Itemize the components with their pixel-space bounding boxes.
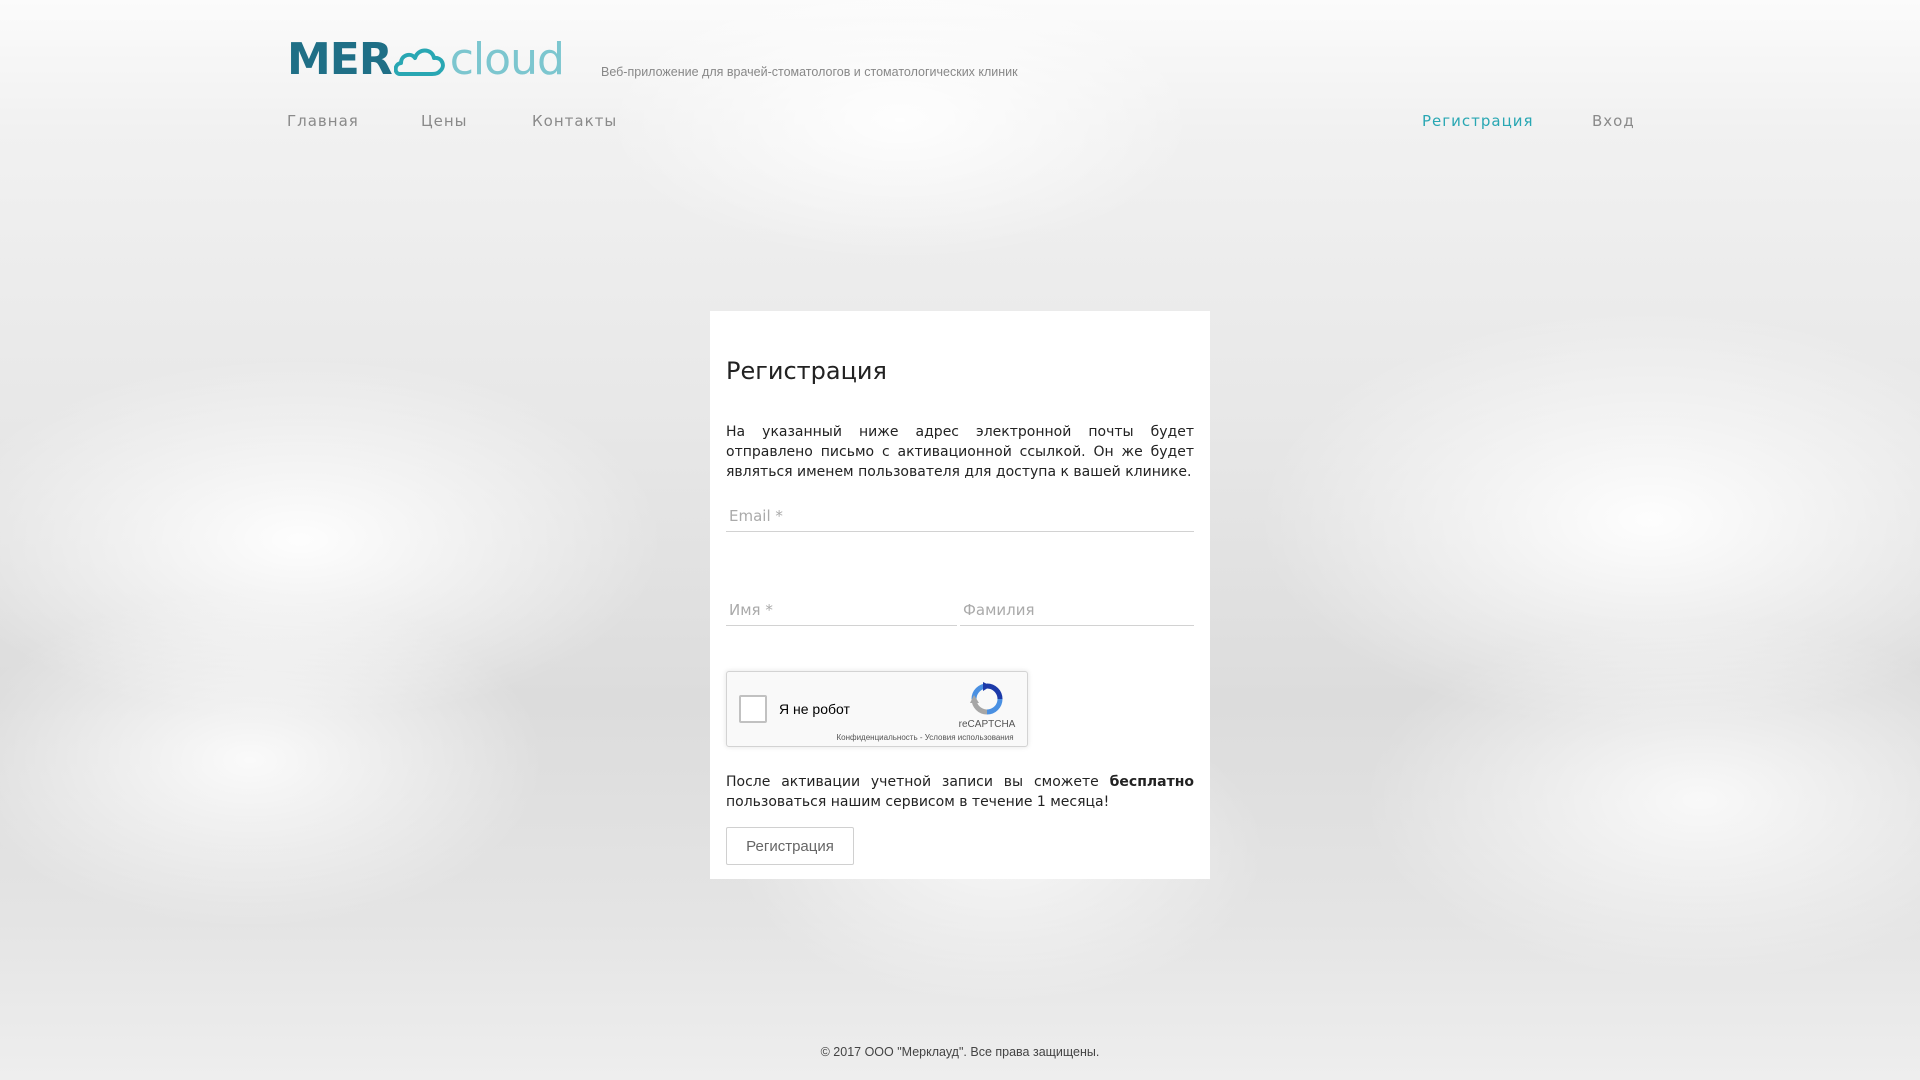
- logo-text-mer: MER: [287, 34, 393, 85]
- trial-note-bold: бесплатно: [1109, 774, 1194, 790]
- trial-note: После активации учетной записи вы сможет…: [726, 772, 1194, 812]
- cloud-logo-icon: [393, 48, 445, 76]
- recaptcha-label: Я не робот: [779, 701, 850, 717]
- nav-register[interactable]: Регистрация: [1422, 112, 1534, 130]
- nav-prices[interactable]: Цены: [421, 112, 468, 130]
- recaptcha-widget: Я не робот reCAPTCHA Конфиденциальность …: [726, 671, 1028, 747]
- trial-note-start: После активации учетной записи вы сможет…: [726, 774, 1110, 790]
- register-button[interactable]: Регистрация: [726, 827, 854, 865]
- last-name-field[interactable]: [960, 594, 1194, 626]
- first-name-field[interactable]: [726, 594, 957, 626]
- nav-contacts[interactable]: Контакты: [532, 112, 617, 130]
- registration-card: Регистрация На указанный ниже адрес элек…: [710, 311, 1210, 879]
- email-field[interactable]: [726, 500, 1194, 532]
- tagline: Веб-приложение для врачей-стоматологов и…: [601, 65, 1018, 79]
- recaptcha-brand: reCAPTCHA: [958, 719, 1016, 730]
- recaptcha-terms-links[interactable]: Конфиденциальность - Условия использован…: [827, 733, 1023, 742]
- logo-text-cloud: cloud: [449, 34, 565, 85]
- recaptcha-checkbox[interactable]: [739, 695, 767, 723]
- intro-text: На указанный ниже адрес электронной почт…: [726, 424, 1194, 480]
- nav-login[interactable]: Вход: [1592, 112, 1635, 130]
- footer-copyright: © 2017 ООО "Мерклауд". Все права защищен…: [820, 1045, 1100, 1059]
- trial-note-end: пользоваться нашим сервисом в течение 1 …: [726, 794, 1110, 810]
- recaptcha-logo-icon: [970, 682, 1003, 715]
- logo[interactable]: MER cloud: [287, 34, 565, 85]
- nav-home[interactable]: Главная: [287, 112, 359, 130]
- page-title: Регистрация: [726, 357, 887, 385]
